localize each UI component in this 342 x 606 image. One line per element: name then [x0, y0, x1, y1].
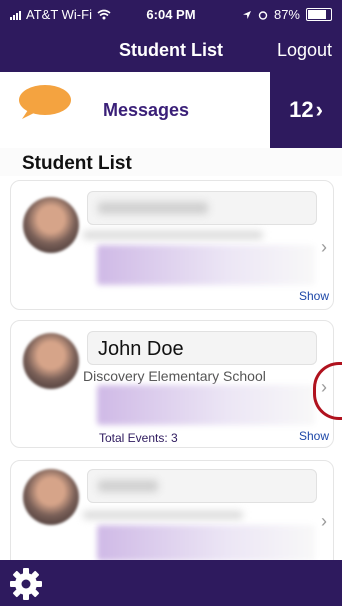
navigation-bar: Student List Logout: [0, 28, 342, 72]
avatar: [23, 333, 79, 389]
student-name-box: [87, 469, 317, 503]
student-card[interactable]: John Doe Discovery Elementary School Tot…: [10, 320, 342, 448]
battery-icon: [306, 8, 332, 21]
student-school: Discovery Elementary School: [83, 368, 266, 384]
student-card[interactable]: › Show: [10, 180, 334, 310]
blurred-name: [98, 202, 208, 214]
total-events: Total Events: 3: [99, 431, 178, 445]
blurred-school: [83, 511, 243, 519]
red-annotation-mark: [313, 362, 342, 420]
show-button[interactable]: Show: [299, 289, 329, 303]
section-header: Student List: [0, 148, 342, 176]
student-name-box: [87, 191, 317, 225]
messages-row[interactable]: Messages 12 ›: [0, 72, 342, 149]
messages-count: 12: [289, 97, 314, 122]
bottom-toolbar: [0, 560, 342, 606]
logout-button[interactable]: Logout: [277, 40, 332, 61]
status-bar: AT&T Wi-Fi 6:04 PM 87%: [0, 0, 342, 28]
event-preview: [97, 385, 315, 425]
avatar: [23, 197, 79, 253]
blurred-name: [98, 480, 158, 492]
show-button[interactable]: Show: [299, 429, 329, 443]
location-icon: [242, 10, 251, 19]
event-preview: [97, 245, 315, 285]
event-preview: [97, 525, 315, 561]
battery-percent: 87%: [273, 7, 300, 22]
messages-label: Messages: [103, 100, 190, 120]
chevron-right-icon[interactable]: ›: [321, 511, 327, 532]
avatar: [23, 469, 79, 525]
student-name: John Doe: [98, 338, 184, 360]
chevron-right-icon[interactable]: ›: [321, 237, 327, 258]
messages-count-button[interactable]: 12 ›: [270, 72, 342, 148]
gear-icon[interactable]: [8, 566, 44, 602]
student-card[interactable]: ›: [10, 460, 334, 572]
speech-bubble-icon: [19, 85, 71, 119]
chevron-right-icon: ›: [315, 97, 323, 122]
student-name-box: John Doe: [87, 331, 317, 365]
section-title: Student List: [22, 153, 132, 174]
blurred-school: [83, 231, 263, 239]
alarm-icon: [258, 10, 268, 20]
status-right: 87%: [242, 7, 332, 22]
